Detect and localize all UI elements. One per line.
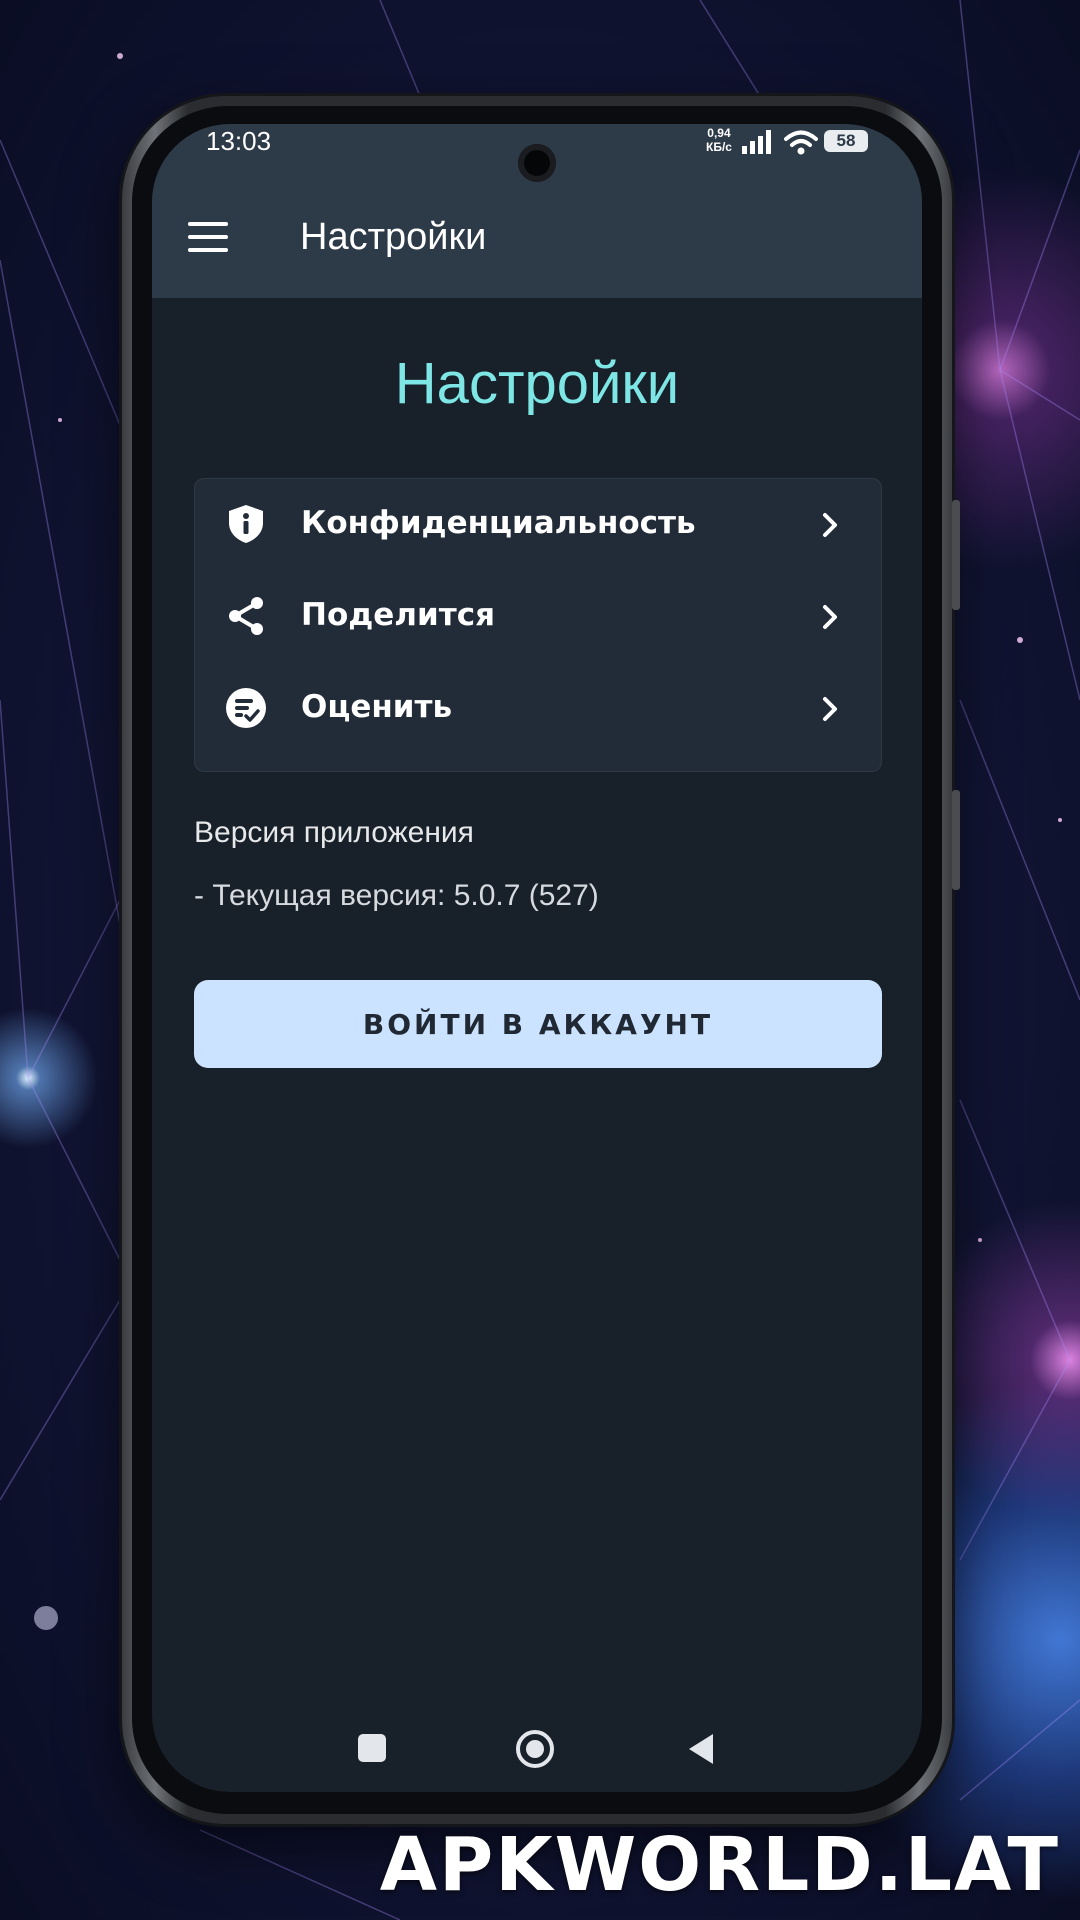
watermark: APKWORLD.LAT: [379, 1822, 1060, 1908]
network-speed: 0,94 КБ/с: [706, 126, 732, 154]
settings-card: Конфиденциальность Поделится Оценить: [194, 478, 882, 772]
app-version-label: Версия приложения: [194, 816, 474, 849]
settings-item-label: Поделится: [301, 597, 495, 633]
login-button[interactable]: ВОЙТИ В АККАУНТ: [194, 980, 882, 1068]
settings-item-label: Конфиденциальность: [301, 505, 696, 541]
home-icon[interactable]: [516, 1730, 554, 1768]
settings-item-label: Оценить: [301, 689, 453, 725]
page-title: Настройки: [394, 351, 680, 416]
front-camera: [518, 144, 556, 182]
phone-screen: 13:03 0,94 КБ/с 58 Настройки Настройки К…: [152, 124, 922, 1792]
app-version-value: - Текущая версия: 5.0.7 (527): [194, 879, 599, 912]
chevron-right-icon: [823, 513, 837, 537]
recent-apps-icon[interactable]: [358, 1734, 386, 1762]
settings-item-rate[interactable]: Оценить: [195, 663, 881, 753]
hamburger-menu-icon[interactable]: [188, 222, 228, 256]
battery-indicator: 58: [824, 130, 868, 152]
status-bar: 13:03 0,94 КБ/с 58: [152, 124, 922, 184]
signal-icon: [742, 130, 771, 154]
app-bar-title: Настройки: [300, 216, 487, 258]
navigation-bar: [152, 1730, 922, 1792]
wifi-icon: [784, 130, 818, 155]
share-icon: [229, 597, 263, 635]
network-speed-unit: КБ/с: [706, 140, 732, 154]
rate-icon: [226, 688, 266, 728]
chevron-right-icon: [823, 697, 837, 721]
chevron-right-icon: [823, 605, 837, 629]
privacy-shield-icon: [229, 505, 263, 543]
settings-item-privacy[interactable]: Конфиденциальность: [195, 479, 881, 569]
status-time: 13:03: [206, 126, 272, 156]
settings-item-share[interactable]: Поделится: [195, 571, 881, 661]
app-bar: 13:03 0,94 КБ/с 58 Настройки: [152, 124, 922, 298]
volume-button: [952, 500, 960, 610]
network-speed-value: 0,94: [707, 126, 731, 140]
power-button: [952, 790, 960, 890]
back-icon[interactable]: [686, 1732, 716, 1766]
